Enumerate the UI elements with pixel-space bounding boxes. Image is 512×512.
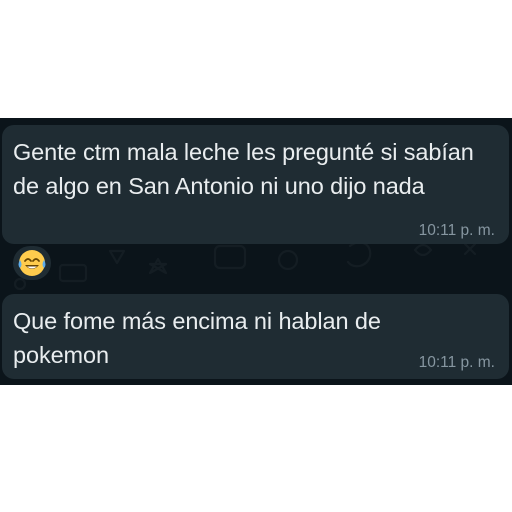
chat-conversation-panel: Gente ctm mala leche les pregunté si sab… (0, 118, 512, 385)
message-reaction[interactable] (13, 246, 51, 280)
message-text: Gente ctm mala leche les pregunté si sab… (13, 139, 474, 199)
message-timestamp: 10:11 p. m. (418, 222, 495, 239)
incoming-message-bubble[interactable]: Que fome más encima ni hablan de pokemon… (2, 294, 509, 379)
incoming-message-bubble[interactable]: Gente ctm mala leche les pregunté si sab… (2, 125, 509, 244)
screenshot-page: Gente ctm mala leche les pregunté si sab… (0, 0, 512, 512)
message-text: Que fome más encima ni hablan de pokemon (13, 308, 381, 368)
message-timestamp: 10:11 p. m. (418, 354, 495, 371)
face-with-tears-of-joy-icon (18, 250, 46, 276)
